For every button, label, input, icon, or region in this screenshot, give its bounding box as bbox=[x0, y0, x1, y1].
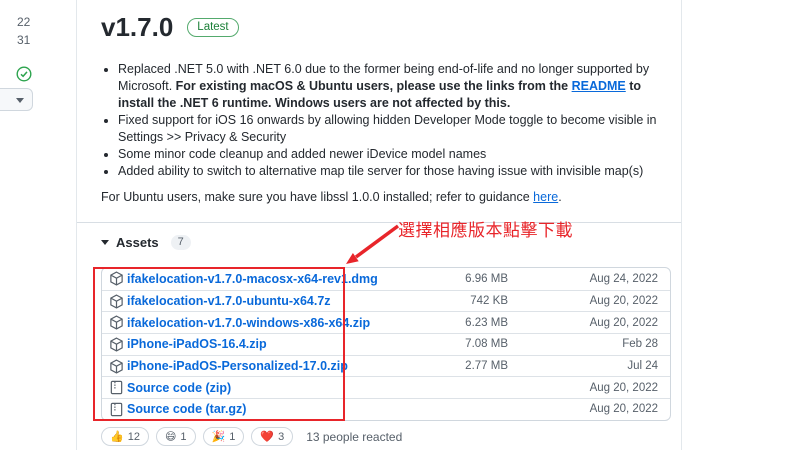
heart-icon: ❤️ bbox=[260, 430, 274, 443]
release-note-item: Fixed support for iOS 16 onwards by allo… bbox=[118, 112, 667, 146]
release-date-fragment: 22 bbox=[17, 15, 30, 29]
release-title-row: v1.7.0 Latest bbox=[101, 12, 239, 42]
release-title: v1.7.0 bbox=[101, 12, 173, 42]
asset-filename: iPhone-iPadOS-16.4.zip bbox=[127, 337, 267, 351]
reaction-count: 12 bbox=[128, 431, 140, 443]
asset-size: 2.77 MB bbox=[398, 360, 508, 372]
asset-filename: ifakelocation-v1.7.0-windows-x86-x64.zip bbox=[127, 316, 370, 330]
thumbs-up-icon: 👍 bbox=[110, 430, 124, 443]
reaction-thumbs-up[interactable]: 👍 12 bbox=[101, 427, 149, 446]
verified-check-icon bbox=[16, 66, 32, 82]
asset-filename: iPhone-iPadOS-Personalized-17.0.zip bbox=[127, 359, 348, 373]
package-icon bbox=[109, 271, 124, 286]
asset-download-link[interactable]: iPhone-iPadOS-Personalized-17.0.zip bbox=[109, 359, 398, 374]
reaction-hooray[interactable]: 🎉 1 bbox=[203, 427, 245, 446]
note-text: Fixed support for iOS 16 onwards by allo… bbox=[118, 113, 657, 144]
package-icon bbox=[109, 359, 124, 374]
file-zip-icon bbox=[109, 380, 124, 395]
table-row: Source code (zip) Aug 20, 2022 bbox=[102, 376, 670, 398]
asset-date: Jul 24 bbox=[508, 360, 658, 372]
table-row: iPhone-iPadOS-Personalized-17.0.zip 2.77… bbox=[102, 355, 670, 377]
laugh-icon: 😄 bbox=[165, 430, 176, 443]
chevron-down-icon bbox=[16, 98, 24, 103]
ubuntu-note: For Ubuntu users, make sure you have lib… bbox=[101, 189, 667, 206]
asset-size: 6.96 MB bbox=[398, 273, 508, 285]
release-note-item: Added ability to switch to alternative m… bbox=[118, 163, 667, 180]
table-row: Source code (tar.gz) Aug 20, 2022 bbox=[102, 398, 670, 420]
table-row: ifakelocation-v1.7.0-windows-x86-x64.zip… bbox=[102, 311, 670, 333]
asset-date: Aug 20, 2022 bbox=[508, 382, 658, 394]
annotation-text: 選擇相應版本點擊下載 bbox=[398, 221, 573, 240]
latest-badge: Latest bbox=[187, 18, 238, 37]
package-icon bbox=[109, 315, 124, 330]
reactions-bar: 👍 12 😄 1 🎉 1 ❤️ 3 13 people reacted bbox=[101, 427, 402, 446]
release-notes-list: Replaced .NET 5.0 with .NET 6.0 due to t… bbox=[101, 61, 667, 180]
reaction-count: 1 bbox=[180, 431, 186, 443]
asset-size: 742 KB bbox=[398, 295, 508, 307]
assets-count-badge: 7 bbox=[171, 235, 191, 250]
release-body: Replaced .NET 5.0 with .NET 6.0 due to t… bbox=[101, 61, 667, 206]
commit-sha-fragment[interactable]: 31 bbox=[17, 33, 30, 47]
release-card: v1.7.0 Latest Replaced .NET 5.0 with .NE… bbox=[76, 0, 682, 450]
asset-filename: ifakelocation-v1.7.0-ubuntu-x64.7z bbox=[127, 294, 331, 308]
asset-download-link[interactable]: Source code (tar.gz) bbox=[109, 402, 398, 417]
assets-section-divider bbox=[77, 222, 681, 223]
assets-label: Assets bbox=[116, 235, 159, 250]
package-icon bbox=[109, 294, 124, 309]
asset-filename: Source code (zip) bbox=[127, 381, 231, 395]
asset-download-link[interactable]: ifakelocation-v1.7.0-ubuntu-x64.7z bbox=[109, 294, 398, 309]
file-zip-icon bbox=[109, 402, 124, 417]
github-release-page: 22 31 v1.7.0 Latest Replaced .NET 5.0 wi… bbox=[0, 0, 786, 450]
assets-toggle[interactable]: Assets 7 bbox=[101, 235, 191, 250]
asset-download-link[interactable]: ifakelocation-v1.7.0-macosx-x64-rev1.dmg bbox=[109, 271, 398, 286]
assets-table: ifakelocation-v1.7.0-macosx-x64-rev1.dmg… bbox=[101, 267, 671, 421]
asset-date: Aug 20, 2022 bbox=[508, 295, 658, 307]
release-note-item: Some minor code cleanup and added newer … bbox=[118, 146, 667, 163]
asset-filename: Source code (tar.gz) bbox=[127, 402, 246, 416]
note-text: . bbox=[558, 190, 561, 204]
asset-date: Aug 24, 2022 bbox=[508, 273, 658, 285]
asset-download-link[interactable]: iPhone-iPadOS-16.4.zip bbox=[109, 337, 398, 352]
note-text: For Ubuntu users, make sure you have lib… bbox=[101, 190, 533, 204]
reaction-count: 1 bbox=[229, 431, 235, 443]
asset-download-link[interactable]: ifakelocation-v1.7.0-windows-x86-x64.zip bbox=[109, 315, 398, 330]
guidance-here-link[interactable]: here bbox=[533, 190, 558, 204]
asset-date: Aug 20, 2022 bbox=[508, 403, 658, 415]
compare-button[interactable] bbox=[0, 88, 33, 111]
reaction-heart[interactable]: ❤️ 3 bbox=[251, 427, 293, 446]
asset-size: 6.23 MB bbox=[398, 317, 508, 329]
reaction-laugh[interactable]: 😄 1 bbox=[156, 427, 196, 446]
asset-download-link[interactable]: Source code (zip) bbox=[109, 380, 398, 395]
table-row: iPhone-iPadOS-16.4.zip 7.08 MB Feb 28 bbox=[102, 333, 670, 355]
asset-date: Feb 28 bbox=[508, 338, 658, 350]
table-row: ifakelocation-v1.7.0-macosx-x64-rev1.dmg… bbox=[102, 268, 670, 290]
table-row: ifakelocation-v1.7.0-ubuntu-x64.7z 742 K… bbox=[102, 290, 670, 312]
readme-link[interactable]: README bbox=[572, 79, 626, 93]
caret-down-icon bbox=[101, 240, 109, 245]
note-text-bold: For existing macOS & Ubuntu users, pleas… bbox=[176, 79, 572, 93]
asset-filename: ifakelocation-v1.7.0-macosx-x64-rev1.dmg bbox=[127, 272, 378, 286]
reaction-summary: 13 people reacted bbox=[306, 430, 402, 444]
note-text: Added ability to switch to alternative m… bbox=[118, 164, 643, 178]
note-text: Some minor code cleanup and added newer … bbox=[118, 147, 486, 161]
release-note-item: Replaced .NET 5.0 with .NET 6.0 due to t… bbox=[118, 61, 667, 112]
package-icon bbox=[109, 337, 124, 352]
asset-date: Aug 20, 2022 bbox=[508, 317, 658, 329]
party-popper-icon: 🎉 bbox=[212, 430, 226, 443]
asset-size: 7.08 MB bbox=[398, 338, 508, 350]
reaction-count: 3 bbox=[278, 431, 284, 443]
